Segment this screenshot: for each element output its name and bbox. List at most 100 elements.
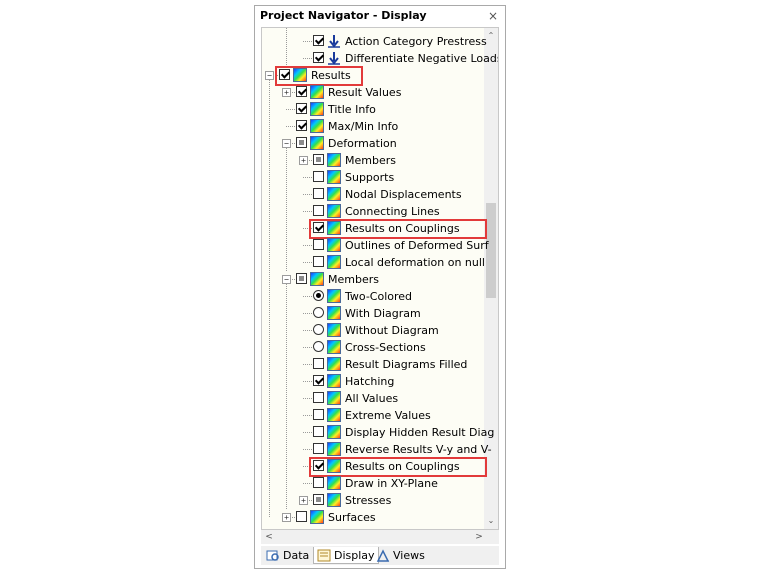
checkbox[interactable] <box>296 86 307 97</box>
checkbox[interactable] <box>313 477 324 488</box>
tree-item-hatching[interactable]: Hatching <box>262 373 484 390</box>
tree-item-with-diagram[interactable]: With Diagram <box>262 305 484 322</box>
tree-item-action-category-prestress[interactable]: Action Category Prestress <box>262 33 487 50</box>
tab-label: Display <box>334 549 375 562</box>
tree-item-label: Result Values <box>328 86 402 99</box>
expand-icon[interactable]: + <box>299 156 308 165</box>
tree-item-label: With Diagram <box>345 307 421 320</box>
radio-button[interactable] <box>313 341 324 352</box>
checkbox[interactable] <box>296 120 307 131</box>
project-navigator-panel: Project Navigator - Display × ⌃ ⌄ Action… <box>254 5 506 569</box>
collapse-icon[interactable]: − <box>282 139 291 148</box>
checkbox[interactable] <box>296 137 307 148</box>
tree-item-surfaces[interactable]: + Surfaces <box>262 509 484 526</box>
tree-item-result-values[interactable]: + Result Values <box>262 84 484 101</box>
collapse-icon[interactable]: − <box>282 275 291 284</box>
tab-views[interactable]: Views <box>373 547 428 564</box>
panel-title: Project Navigator - Display × <box>255 6 505 26</box>
tree-item-without-diagram[interactable]: Without Diagram <box>262 322 484 339</box>
tree-connector <box>303 211 312 212</box>
scroll-left-icon[interactable]: < <box>261 530 277 544</box>
checkbox[interactable] <box>313 494 324 505</box>
tree-item-max-min-info[interactable]: Max/Min Info <box>262 118 484 135</box>
tree-item-differentiate-negative-loads[interactable]: Differentiate Negative Loads <box>262 50 498 67</box>
checkbox[interactable] <box>313 426 324 437</box>
tree-item-label: Reverse Results V-y and V- <box>345 443 492 456</box>
checkbox[interactable] <box>313 188 324 199</box>
expand-icon[interactable]: + <box>282 513 291 522</box>
checkbox[interactable] <box>313 52 324 63</box>
tree-item-label: Members <box>328 273 379 286</box>
tree-connector <box>303 194 312 195</box>
panel-title-text: Project Navigator - Display <box>260 9 427 22</box>
tree-item-members[interactable]: + Members <box>262 152 484 169</box>
checkbox[interactable] <box>296 273 307 284</box>
tree-item-connecting-lines[interactable]: Connecting Lines <box>262 203 484 220</box>
scroll-right-icon[interactable]: > <box>471 530 487 544</box>
results-icon <box>327 374 341 388</box>
checkbox[interactable] <box>313 35 324 46</box>
tree-item-label: Draw in XY-Plane <box>345 477 438 490</box>
checkbox[interactable] <box>313 171 324 182</box>
tree-item-title-info[interactable]: Title Info <box>262 101 484 118</box>
tree-item-cross-sections[interactable]: Cross-Sections <box>262 339 484 356</box>
tree-item-label: Supports <box>345 171 395 184</box>
checkbox[interactable] <box>313 205 324 216</box>
tree-item-label: Members <box>345 154 396 167</box>
tree-item-deformation[interactable]: − Deformation <box>262 135 484 152</box>
tree-connector <box>303 262 312 263</box>
tree-item-label: Deformation <box>328 137 397 150</box>
tree-item-nodal-displacements[interactable]: Nodal Displacements <box>262 186 484 203</box>
expand-icon[interactable]: + <box>299 496 308 505</box>
collapse-icon[interactable]: − <box>265 71 274 80</box>
scroll-down-icon[interactable]: ⌄ <box>484 513 498 529</box>
tree-item-result-diagrams-filled[interactable]: Result Diagrams Filled <box>262 356 484 373</box>
highlight-box <box>309 457 487 477</box>
tree-connector <box>303 177 312 178</box>
tree-connector <box>303 347 312 348</box>
tree-item-local-deformation-on-null[interactable]: Local deformation on null <box>262 254 485 271</box>
tree-item-display-hidden-result-diag[interactable]: Display Hidden Result Diag <box>262 424 494 441</box>
tree-connector <box>303 432 312 433</box>
close-icon[interactable]: × <box>487 6 499 26</box>
tree-item-two-colored[interactable]: Two-Colored <box>262 288 484 305</box>
checkbox[interactable] <box>313 392 324 403</box>
tree-item-stresses[interactable]: + Stresses <box>262 492 484 509</box>
tree-item-reverse-results-v-y-and-v[interactable]: Reverse Results V-y and V- <box>262 441 492 458</box>
tree-item-label: Result Diagrams Filled <box>345 358 468 371</box>
tree-item-outlines-of-deformed-surf[interactable]: Outlines of Deformed Surf <box>262 237 489 254</box>
results-icon <box>327 153 341 167</box>
checkbox[interactable] <box>313 409 324 420</box>
highlight-box <box>309 219 487 239</box>
tree-item-members[interactable]: − Members <box>262 271 484 288</box>
tree-item-supports[interactable]: Supports <box>262 169 484 186</box>
expand-icon[interactable]: + <box>282 88 291 97</box>
horizontal-scrollbar[interactable]: < > <box>261 530 499 544</box>
checkbox[interactable] <box>313 239 324 250</box>
checkbox[interactable] <box>296 103 307 114</box>
results-icon <box>327 442 341 456</box>
tree-item-extreme-values[interactable]: Extreme Values <box>262 407 484 424</box>
results-icon <box>310 102 324 116</box>
tree-connector <box>303 58 312 59</box>
results-icon <box>327 306 341 320</box>
checkbox[interactable] <box>313 154 324 165</box>
tree-item-label: Display Hidden Result Diag <box>345 426 495 439</box>
checkbox[interactable] <box>313 358 324 369</box>
tree-item-label: Hatching <box>345 375 395 388</box>
radio-button[interactable] <box>313 307 324 318</box>
checkbox[interactable] <box>313 375 324 386</box>
radio-button[interactable] <box>313 324 324 335</box>
tree-connector <box>286 109 295 110</box>
radio-button[interactable] <box>313 290 324 301</box>
tree-item-label: Max/Min Info <box>328 120 399 133</box>
results-icon <box>327 476 341 490</box>
checkbox[interactable] <box>313 256 324 267</box>
tab-data[interactable]: Data <box>263 547 312 564</box>
checkbox[interactable] <box>296 511 307 522</box>
tree-item-all-values[interactable]: All Values <box>262 390 484 407</box>
display-tree[interactable]: ⌃ ⌄ Action Category Prestress Differentia… <box>261 27 499 530</box>
checkbox[interactable] <box>313 443 324 454</box>
tab-display[interactable]: Display <box>313 547 379 564</box>
tree-item-draw-in-xy-plane[interactable]: Draw in XY-Plane <box>262 475 484 492</box>
